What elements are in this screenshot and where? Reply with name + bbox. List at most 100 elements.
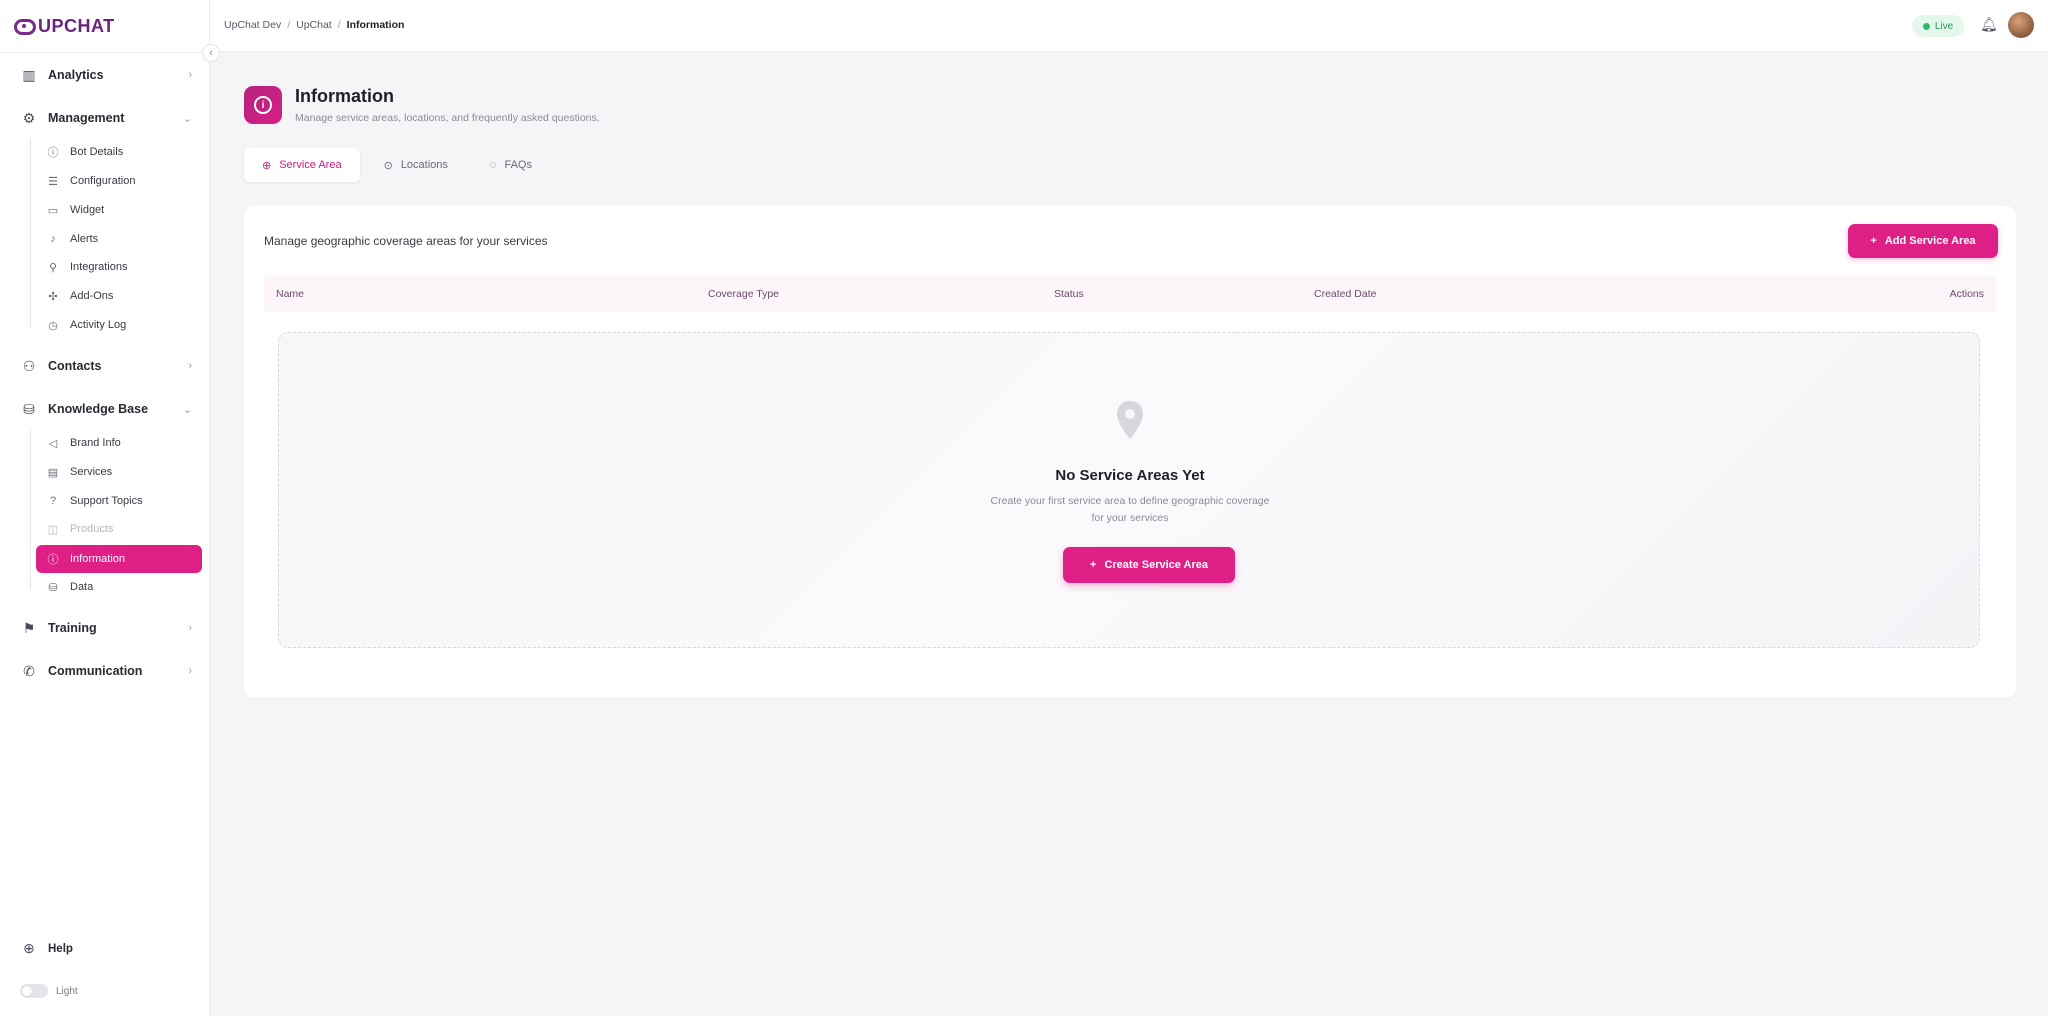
sidebar-item-label: Configuration [70, 175, 136, 187]
bar-chart-icon: ▥ [22, 66, 36, 83]
button-label: Create Service Area [1104, 559, 1208, 571]
phone-icon: ✆ [23, 662, 35, 679]
chat-bubble-icon: ◌ [489, 159, 497, 171]
column-header-coverage-type[interactable]: Coverage Type [708, 288, 779, 300]
theme-label: Light [56, 985, 78, 997]
column-header-name[interactable]: Name [276, 288, 304, 300]
sidebar-group-label: Communication [48, 664, 143, 678]
create-service-area-button[interactable]: + Create Service Area [1063, 547, 1235, 583]
plug-icon: ⚲ [48, 261, 58, 274]
megaphone-icon: ◁ [48, 437, 58, 450]
tab-label: Locations [400, 159, 448, 171]
sidebar-group-contacts[interactable]: ⚇ Contacts › [0, 351, 210, 381]
clock-icon: ◷ [48, 319, 58, 332]
tab-bar: ⊕ Service Area ⊙ Locations ◌ FAQs [244, 148, 550, 184]
sidebar-item-widget[interactable]: ▭ Widget [36, 197, 202, 223]
info-icon: i [254, 96, 272, 114]
sidebar-item-information[interactable]: ⓘ Information [36, 545, 202, 573]
sidebar-item-services[interactable]: ▤ Services [36, 459, 202, 485]
avatar[interactable] [2008, 12, 2034, 38]
service-area-card: Manage geographic coverage areas for you… [244, 206, 2016, 698]
sidebar-item-alerts[interactable]: ♪ Alerts [36, 226, 202, 252]
globe-icon: ⊕ [262, 159, 272, 172]
sidebar-item-label: Support Topics [70, 495, 143, 507]
sidebar-item-label: Integrations [70, 261, 128, 273]
tab-locations[interactable]: ⊙ Locations [366, 148, 466, 182]
sidebar-group-label: Analytics [48, 68, 104, 82]
sidebar-item-support-topics[interactable]: ? Support Topics [36, 488, 202, 514]
empty-state-text: Create your first service area to define… [279, 493, 1981, 527]
globe-help-icon: ⊕ [23, 940, 35, 956]
tree-line [30, 430, 31, 590]
page-title: Information [295, 86, 394, 106]
sidebar-group-label: Contacts [48, 359, 102, 373]
sidebar-group-knowledge-base[interactable]: ⛁ Knowledge Base ⌄ [0, 394, 210, 424]
sidebar-divider [0, 52, 210, 53]
column-header-created-date[interactable]: Created Date [1314, 288, 1376, 300]
tree-line [30, 138, 31, 328]
chevron-down-icon: ⌄ [182, 403, 192, 416]
tab-label: FAQs [504, 159, 532, 171]
help-link[interactable]: ⊕ Help [20, 940, 73, 957]
sidebar-group-label: Management [48, 111, 125, 125]
training-icon: ⚑ [22, 619, 36, 636]
window-icon: ▭ [47, 204, 59, 217]
clipboard-icon: ▤ [47, 466, 59, 479]
page-icon: i [244, 86, 282, 124]
breadcrumb-item[interactable]: UpChat [296, 19, 332, 31]
sidebar-item-data[interactable]: ⛁ Data [36, 574, 202, 600]
sidebar-group-communication[interactable]: ✆ Communication › [0, 656, 210, 686]
sidebar-item-label: Information [70, 553, 126, 565]
add-service-area-button[interactable]: + Add Service Area [1848, 224, 1998, 258]
sidebar-item-products: ◫ Products [36, 516, 202, 542]
database-small-icon: ⛁ [48, 581, 58, 594]
top-bar: UpChat Dev / UpChat / Information Live 🔔… [210, 0, 2048, 52]
sidebar-group-training[interactable]: ⚑ Training › [0, 613, 210, 643]
sidebar-item-add-ons[interactable]: ✣ Add-Ons [36, 283, 202, 309]
sidebar-item-configuration[interactable]: ☰ Configuration [36, 168, 202, 194]
chevron-right-icon: › [188, 69, 192, 81]
info-box-icon: ⓘ [47, 147, 59, 159]
notifications-bell-icon[interactable]: 🔔︎ [1980, 16, 1998, 33]
help-label: Help [48, 942, 73, 955]
bell-icon: ♪ [50, 233, 56, 245]
help-circle-icon: ? [49, 495, 57, 507]
sidebar-group-management[interactable]: ⚙ Management ⌄ [0, 103, 210, 133]
sidebar-group-label: Knowledge Base [48, 402, 149, 416]
column-header-status[interactable]: Status [1054, 288, 1084, 300]
sidebar-item-bot-details[interactable]: ⓘ Bot Details [36, 139, 202, 165]
empty-state-line: Create your first service area to define… [990, 495, 1270, 507]
button-label: Add Service Area [1884, 235, 1976, 247]
sidebar-item-label: Bot Details [70, 146, 124, 158]
sidebar-group-analytics[interactable]: ▥ Analytics › [0, 60, 210, 90]
sidebar-item-label: Products [70, 523, 114, 535]
page-subtitle: Manage service areas, locations, and fre… [295, 112, 600, 124]
chevron-right-icon: › [188, 665, 192, 677]
theme-toggle[interactable] [20, 984, 48, 998]
sidebar-item-label: Widget [70, 204, 105, 216]
sidebar-item-label: Services [70, 466, 113, 478]
users-icon: ⚇ [22, 357, 36, 374]
sidebar-group-label: Training [48, 621, 97, 635]
empty-state: No Service Areas Yet Create your first s… [278, 332, 1980, 648]
theme-switch[interactable]: Light [20, 984, 78, 998]
logo-mark-icon [14, 18, 36, 35]
sidebar-item-integrations[interactable]: ⚲ Integrations [36, 254, 202, 280]
puzzle-icon: ✣ [48, 290, 58, 303]
collapse-sidebar-button[interactable]: ‹ [202, 44, 220, 62]
sidebar-item-label: Data [70, 581, 94, 593]
status-dot-icon [1922, 22, 1930, 30]
shopping-bag-icon: ◫ [47, 523, 59, 536]
tab-faqs[interactable]: ◌ FAQs [472, 148, 550, 182]
tab-service-area[interactable]: ⊕ Service Area [244, 148, 360, 182]
chevron-right-icon: › [188, 622, 192, 634]
sidebar-item-brand-info[interactable]: ◁ Brand Info [36, 430, 202, 456]
sliders-icon: ☰ [48, 175, 58, 188]
brand-name: UPCHAT [38, 16, 115, 36]
sidebar-item-label: Activity Log [70, 319, 127, 331]
breadcrumb-item[interactable]: UpChat Dev [224, 19, 281, 31]
brand-logo[interactable]: UPCHAT [14, 16, 115, 37]
sidebar-item-activity-log[interactable]: ◷ Activity Log [36, 312, 202, 338]
tab-label: Service Area [279, 159, 342, 171]
chevron-left-icon: ‹ [209, 47, 213, 59]
